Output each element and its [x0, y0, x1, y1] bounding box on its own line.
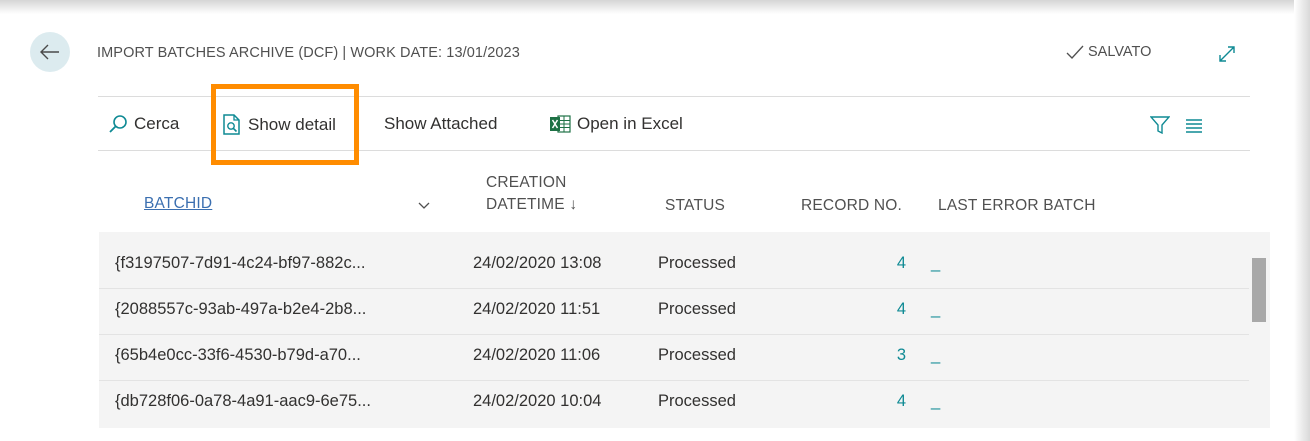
- right-shadow: [1294, 0, 1310, 441]
- cell-record-no[interactable]: 4: [866, 392, 906, 411]
- document-search-icon: [223, 114, 240, 135]
- column-header-record-no[interactable]: RECORD NO.: [801, 195, 902, 217]
- page-title: IMPORT BATCHES ARCHIVE (DCF) | WORK DATE…: [97, 45, 520, 61]
- column-header-status[interactable]: STATUS: [665, 195, 725, 217]
- cell-record-no[interactable]: 3: [866, 346, 906, 365]
- show-attached-button[interactable]: Show Attached: [384, 114, 497, 134]
- cell-last-error-batch[interactable]: _: [931, 254, 940, 273]
- cell-creation-datetime: 24/02/2020 11:51: [473, 300, 601, 318]
- toolbar-divider: [98, 150, 1250, 151]
- cell-last-error-batch[interactable]: _: [931, 300, 940, 319]
- search-button[interactable]: Cerca: [108, 114, 179, 134]
- back-button[interactable]: [30, 32, 70, 72]
- cell-status: Processed: [658, 254, 736, 272]
- cell-status: Processed: [658, 300, 736, 318]
- expand-icon[interactable]: [1217, 44, 1237, 64]
- toolbar: Cerca Show detail Show Attached Open in …: [0, 104, 1310, 144]
- show-attached-label: Show Attached: [384, 114, 498, 133]
- header-divider: [98, 96, 1250, 97]
- cell-creation-datetime: 24/02/2020 10:04: [473, 392, 602, 410]
- cell-batchid[interactable]: {65b4e0cc-33f6-4530-b79d-a70...: [115, 346, 361, 365]
- saved-status: SALVATO: [1066, 44, 1151, 60]
- creation-header-line1: CREATION: [486, 174, 567, 191]
- search-label: Cerca: [134, 114, 180, 133]
- table-row[interactable]: {2088557c-93ab-497a-b2e4-2b8... 24/02/20…: [99, 288, 1249, 334]
- cell-batchid[interactable]: {db728f06-0a78-4a91-aac9-6e75...: [115, 392, 371, 411]
- check-icon: [1066, 45, 1084, 59]
- creation-header-line2: DATETIME ↓: [486, 196, 578, 213]
- show-detail-label: Show detail: [248, 115, 336, 134]
- open-in-excel-button[interactable]: Open in Excel: [549, 114, 683, 134]
- cell-last-error-batch[interactable]: _: [931, 346, 940, 365]
- filter-icon[interactable]: [1150, 116, 1170, 134]
- cell-status: Processed: [658, 346, 736, 364]
- arrow-left-icon: [40, 44, 59, 60]
- excel-icon: [550, 115, 571, 133]
- saved-label: SALVATO: [1088, 44, 1152, 60]
- table-row[interactable]: {f3197507-7d91-4c24-bf97-882c... 24/02/2…: [99, 242, 1249, 288]
- cell-last-error-batch[interactable]: _: [931, 392, 940, 411]
- search-icon: [109, 115, 127, 133]
- cell-creation-datetime: 24/02/2020 13:08: [473, 254, 602, 272]
- list-icon[interactable]: [1185, 119, 1203, 133]
- table-row[interactable]: {db728f06-0a78-4a91-aac9-6e75... 24/02/2…: [99, 380, 1249, 426]
- cell-record-no[interactable]: 4: [866, 300, 906, 319]
- cell-record-no[interactable]: 4: [866, 254, 906, 273]
- cell-batchid[interactable]: {f3197507-7d91-4c24-bf97-882c...: [115, 254, 365, 273]
- scrollbar-thumb[interactable]: [1252, 258, 1266, 322]
- cell-creation-datetime: 24/02/2020 11:06: [473, 346, 601, 364]
- chevron-down-icon[interactable]: [418, 202, 430, 210]
- top-shadow: [0, 0, 1310, 14]
- column-header-last-error-batch[interactable]: LAST ERROR BATCH: [938, 195, 1096, 217]
- show-detail-button[interactable]: Show detail: [222, 114, 336, 136]
- column-header-batchid[interactable]: BATCHID: [144, 193, 212, 215]
- cell-status: Processed: [658, 392, 736, 410]
- cell-batchid[interactable]: {2088557c-93ab-497a-b2e4-2b8...: [115, 300, 366, 319]
- open-excel-label: Open in Excel: [577, 114, 683, 133]
- table-row[interactable]: {65b4e0cc-33f6-4530-b79d-a70... 24/02/20…: [99, 334, 1249, 380]
